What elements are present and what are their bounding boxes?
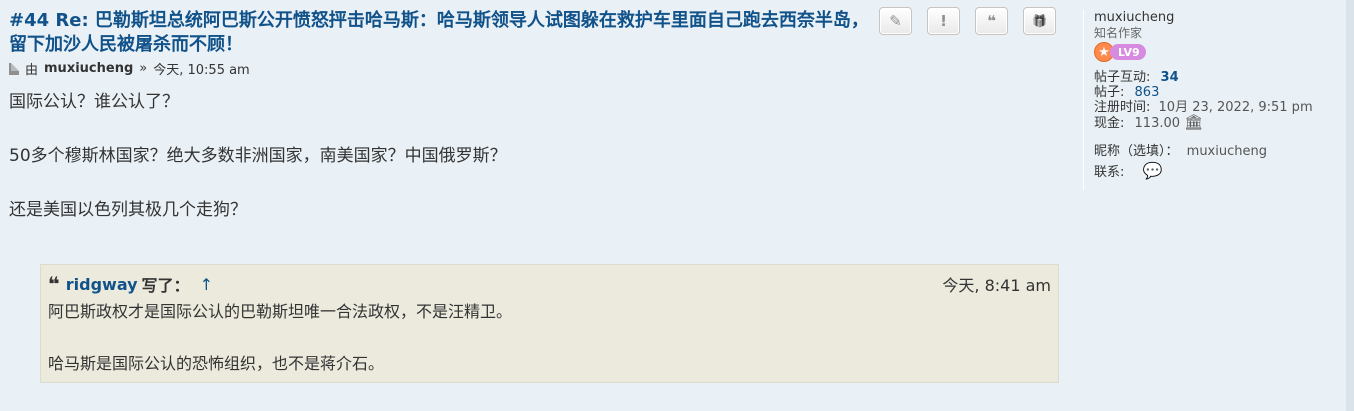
gift-icon: 🎁	[1032, 14, 1047, 28]
rank-badge: ★ LV9	[1094, 42, 1156, 62]
quote-paragraph: 哈马斯是国际公认的恐怖组织，也不是蒋介石。	[48, 354, 385, 373]
edit-button[interactable]: ✎	[879, 7, 912, 35]
profile-row-nickname: 昵称（选填）： muxiucheng	[1094, 144, 1267, 159]
post-paragraph: 50多个穆斯林国家？绝大多数非洲国家，南美国家？中国俄罗斯？	[9, 146, 507, 166]
post-content: 国际公认？谁公认了？ 50多个穆斯林国家？绝大多数非洲国家，南美国家？中国俄罗斯…	[9, 89, 507, 251]
jump-to-post-icon[interactable]: ↑	[200, 275, 213, 294]
quote-time: 今天, 8:41 am	[942, 276, 1051, 295]
document-icon	[9, 62, 19, 75]
interactions-link[interactable]: 34	[1161, 70, 1179, 85]
nickname-value: muxiucheng	[1186, 144, 1267, 159]
time-separator: »	[139, 61, 148, 76]
page-scrollbar[interactable]	[1346, 0, 1354, 411]
quote-wrote-label: 写了：	[141, 276, 190, 295]
quote-block: ❝ ridgway 写了： ↑ 今天, 8:41 am 阿巴斯政权才是国际公认的…	[40, 264, 1059, 383]
joined-date: 10月 23, 2022, 9:51 pm	[1158, 100, 1313, 115]
quote-icon: ❝	[987, 12, 996, 30]
post-paragraph: 还是美国以色列其极几个走狗？	[9, 200, 247, 220]
post-actions: ✎ ! ❝ 🎁	[879, 7, 1056, 35]
user-profile-sidebar: muxiucheng 知名作家 ★ LV9 帖子互动: 34 帖子: 863 注…	[1083, 10, 1333, 190]
quote-author[interactable]: ridgway	[66, 275, 138, 294]
post-author[interactable]: muxiucheng	[44, 61, 133, 76]
cash-value: 113.00	[1134, 116, 1181, 131]
quote-body: 阿巴斯政权才是国际公认的巴勒斯坦唯一合法政权，不是汪精卫。 哈马斯是国际公认的恐…	[48, 299, 1051, 377]
profile-rank: 知名作家	[1094, 26, 1143, 40]
post-title[interactable]: #44 Re: 巴勒斯坦总统阿巴斯公开愤怒抨击哈马斯：哈马斯领导人试图躲在救护车…	[9, 9, 869, 57]
profile-row-interactions: 帖子互动: 34	[1094, 70, 1179, 85]
post: #44 Re: 巴勒斯坦总统阿巴斯公开愤怒抨击哈马斯：哈马斯领导人试图躲在救护车…	[0, 0, 1346, 411]
rank-level: LV9	[1110, 44, 1146, 60]
by-label: 由	[25, 63, 39, 78]
report-button[interactable]: !	[927, 7, 960, 35]
quote-header: ❝ ridgway 写了： ↑ 今天, 8:41 am	[48, 272, 1051, 296]
chat-bubble-icon[interactable]: 💬	[1143, 163, 1163, 179]
quote-paragraph: 阿巴斯政权才是国际公认的巴勒斯坦唯一合法政权，不是汪精卫。	[48, 302, 513, 321]
quote-button[interactable]: ❝	[975, 7, 1008, 35]
profile-row-contact: 联系: 💬	[1094, 161, 1163, 181]
profile-row-joined: 注册时间: 10月 23, 2022, 9:51 pm	[1094, 100, 1313, 115]
post-time: 今天, 10:55 am	[153, 63, 250, 78]
quote-mark-icon: ❝	[48, 272, 60, 296]
post-author-line: 由 muxiucheng » 今天, 10:55 am	[9, 59, 250, 78]
post-paragraph: 国际公认？谁公认了？	[9, 92, 179, 112]
profile-row-cash: 现金: 113.00 🏛	[1094, 113, 1204, 132]
profile-row-posts: 帖子: 863	[1094, 85, 1160, 100]
profile-username[interactable]: muxiucheng	[1094, 10, 1333, 26]
thanks-button[interactable]: 🎁	[1023, 7, 1056, 35]
bank-icon[interactable]: 🏛	[1184, 113, 1203, 131]
pencil-icon: ✎	[889, 12, 902, 30]
exclamation-icon: !	[940, 12, 947, 30]
posts-count-link[interactable]: 863	[1135, 85, 1160, 100]
